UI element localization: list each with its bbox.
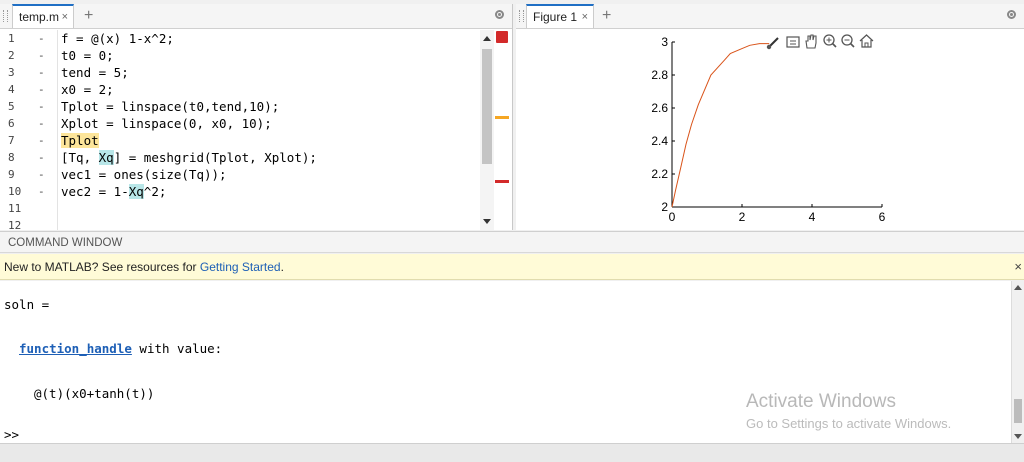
- line-number: 6-: [8, 117, 45, 130]
- highlighted-variable[interactable]: Xq: [128, 184, 144, 199]
- line-number: 9-: [8, 168, 45, 181]
- line-number: 1-: [8, 32, 45, 45]
- scroll-thumb[interactable]: [482, 49, 492, 164]
- editor-panel: temp.m × + 1- 2- 3- 4- 5- 6- 7- 8- 9- 10…: [0, 4, 513, 232]
- tab-temp-m[interactable]: temp.m ×: [12, 4, 74, 28]
- code-line[interactable]: [Tq, Xq] = meshgrid(Tplot, Xplot);: [61, 149, 317, 166]
- code-line[interactable]: x0 = 2;: [61, 81, 114, 98]
- scroll-thumb[interactable]: [1014, 399, 1022, 423]
- line-number: 7-: [8, 134, 45, 147]
- code-line[interactable]: f = @(x) 1-x^2;: [61, 30, 174, 47]
- code-line[interactable]: Tplot = linspace(t0,tend,10);: [61, 98, 279, 115]
- output-line: function_handle with value:: [19, 341, 223, 356]
- getting-started-notice: New to MATLAB? See resources for Getting…: [0, 254, 1024, 280]
- notice-text: New to MATLAB? See resources for: [4, 260, 200, 274]
- panel-menu-icon[interactable]: [495, 10, 504, 19]
- function-handle-link[interactable]: function_handle: [19, 341, 132, 356]
- activation-watermark-subtitle: Go to Settings to activate Windows.: [746, 416, 952, 431]
- code-area[interactable]: f = @(x) 1-x^2; t0 = 0; tend = 5; x0 = 2…: [61, 30, 478, 230]
- editor-tab-bar: temp.m × +: [0, 4, 512, 29]
- x-tick-label: 4: [809, 210, 816, 224]
- code-line[interactable]: Xplot = linspace(0, x0, 10);: [61, 115, 272, 132]
- close-notice-icon[interactable]: ×: [1014, 254, 1022, 280]
- line-number: 5-: [8, 100, 45, 113]
- line-number: 8-: [8, 151, 45, 164]
- output-line: @(t)(x0+tanh(t)): [34, 386, 155, 401]
- scroll-up-icon[interactable]: [483, 36, 491, 41]
- code-line[interactable]: vec2 = 1-Xq^2;: [61, 183, 166, 200]
- close-tab-icon[interactable]: ×: [62, 6, 68, 28]
- highlighted-variable[interactable]: Xq: [98, 150, 114, 165]
- zoom-out-icon[interactable]: [841, 34, 855, 48]
- output-line: soln =: [4, 297, 50, 312]
- highlighted-variable[interactable]: Tplot: [61, 133, 99, 148]
- code-line[interactable]: t0 = 0;: [61, 47, 114, 64]
- warning-marker[interactable]: [495, 116, 509, 119]
- x-tick-label: 0: [669, 210, 676, 224]
- y-tick-label: 2.2: [651, 167, 668, 181]
- command-prompt[interactable]: >>: [4, 427, 19, 442]
- save-icon[interactable]: [786, 36, 800, 48]
- line-number: 10-: [8, 185, 45, 198]
- error-marker[interactable]: [495, 180, 509, 183]
- add-tab-icon[interactable]: +: [84, 4, 93, 27]
- scroll-down-icon[interactable]: [483, 219, 491, 224]
- y-ticks: 2 2.2 2.4 2.6 2.8 3: [651, 35, 675, 214]
- code-analyzer-bar: [494, 30, 512, 230]
- y-tick-label: 2.6: [651, 101, 668, 115]
- getting-started-link[interactable]: Getting Started: [200, 260, 281, 274]
- activation-watermark-title: Activate Windows: [746, 391, 896, 412]
- code-line[interactable]: vec1 = ones(size(Tq));: [61, 166, 227, 183]
- zoom-in-icon[interactable]: [823, 34, 837, 48]
- plot-area: 0246 22.22.42.62.83: [651, 34, 886, 224]
- drag-handle[interactable]: [3, 10, 8, 22]
- x-tick-label: 6: [879, 210, 886, 224]
- editor-scrollbar[interactable]: [480, 30, 494, 230]
- y-tick-label: 2: [661, 200, 668, 214]
- tab-label: temp.m: [19, 10, 60, 24]
- y-tick-label: 2.8: [651, 68, 668, 82]
- home-icon[interactable]: [859, 34, 874, 48]
- y-tick-label: 3: [661, 35, 668, 49]
- code-line[interactable]: Tplot: [61, 132, 99, 149]
- command-scrollbar[interactable]: [1011, 281, 1024, 443]
- y-tick-label: 2.4: [651, 134, 668, 148]
- error-status-icon[interactable]: [496, 31, 508, 43]
- data-series-line: [671, 43, 770, 208]
- horizontal-scrollbar[interactable]: [0, 443, 1024, 462]
- command-window-header: COMMAND WINDOW: [0, 231, 1024, 253]
- code-line[interactable]: tend = 5;: [61, 64, 129, 81]
- scroll-down-icon[interactable]: [1014, 434, 1022, 439]
- pan-icon[interactable]: [805, 34, 817, 49]
- line-number: 3-: [8, 66, 45, 79]
- line-number: 11: [8, 202, 22, 215]
- line-number: 2-: [8, 49, 45, 62]
- line-number-gutter: 1- 2- 3- 4- 5- 6- 7- 8- 9- 10- 11 12: [0, 30, 58, 232]
- figure-panel: Figure 1 × + 0246 2 2.2 2.4 2.6 2.8 3: [516, 4, 1024, 230]
- scroll-up-icon[interactable]: [1014, 285, 1022, 290]
- line-number: 4-: [8, 83, 45, 96]
- x-tick-label: 2: [739, 210, 746, 224]
